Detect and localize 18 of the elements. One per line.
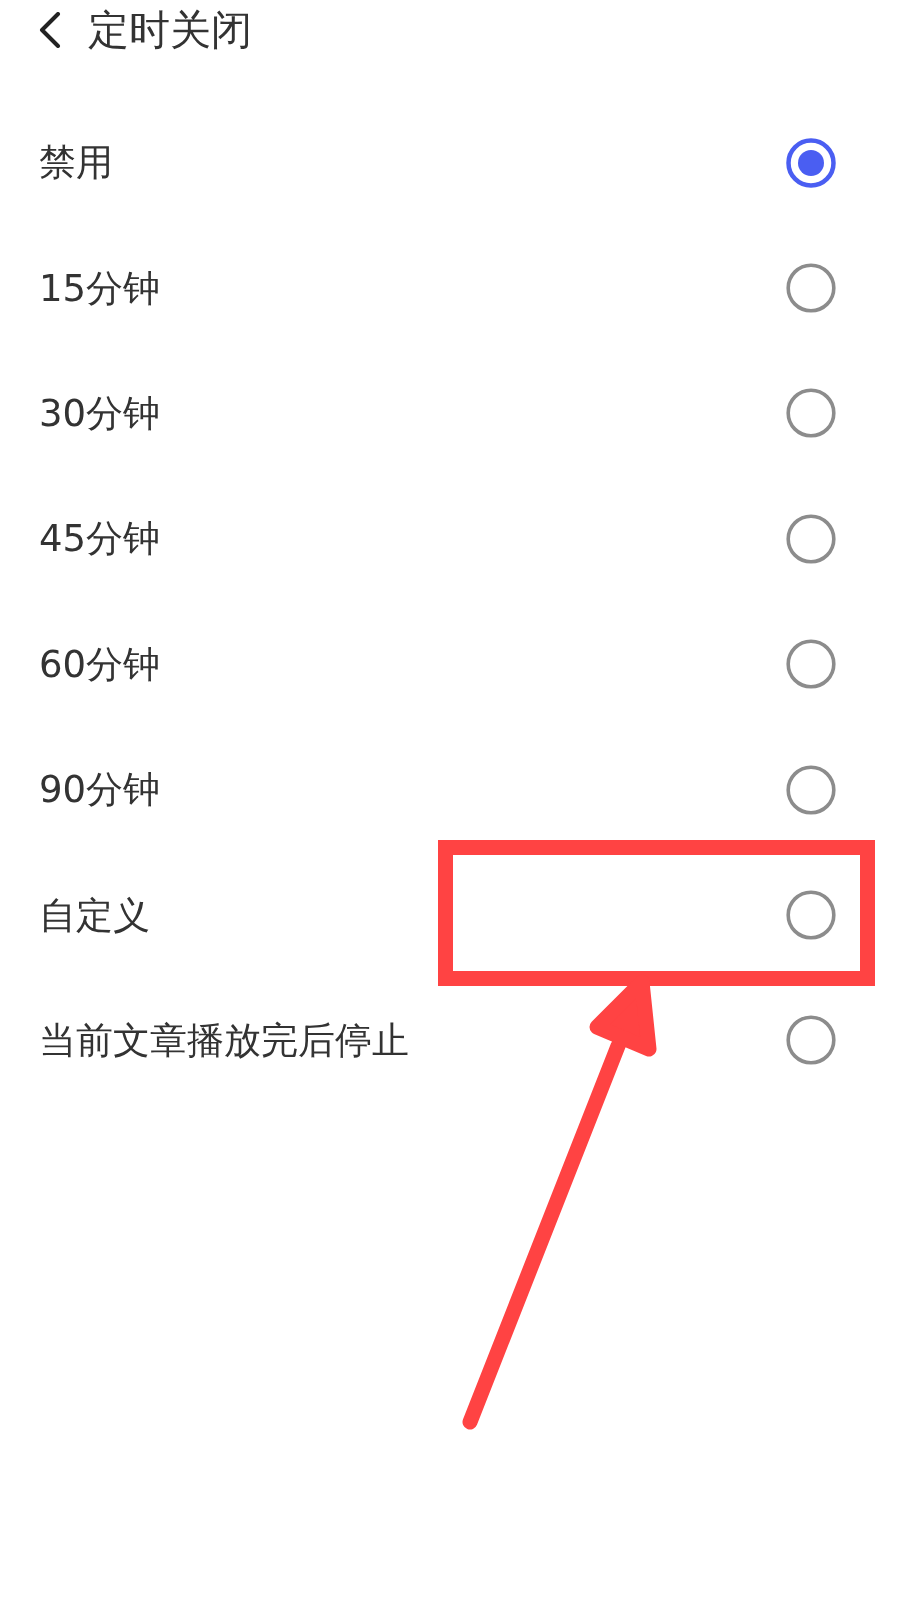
radio-button[interactable]	[786, 639, 836, 690]
option-label[interactable]: 30分钟	[39, 394, 161, 432]
radio-button[interactable]	[786, 1015, 836, 1066]
radio-button[interactable]	[786, 137, 836, 188]
radio-button[interactable]	[786, 388, 836, 439]
page-title: 定时关闭	[88, 9, 252, 51]
option-label[interactable]: 禁用	[39, 144, 113, 182]
option-label[interactable]: 自定义	[39, 896, 150, 934]
radio-button[interactable]	[786, 513, 836, 564]
back-icon[interactable]	[39, 12, 61, 48]
radio-button[interactable]	[786, 764, 836, 815]
radio-button[interactable]	[786, 890, 836, 941]
option-label[interactable]: 当前文章播放完后停止	[39, 1021, 409, 1059]
option-label[interactable]: 15分钟	[39, 269, 161, 307]
option-label[interactable]: 60分钟	[39, 645, 161, 683]
radio-button[interactable]	[786, 263, 836, 314]
option-label[interactable]: 90分钟	[39, 771, 161, 809]
option-label[interactable]: 45分钟	[39, 520, 161, 558]
